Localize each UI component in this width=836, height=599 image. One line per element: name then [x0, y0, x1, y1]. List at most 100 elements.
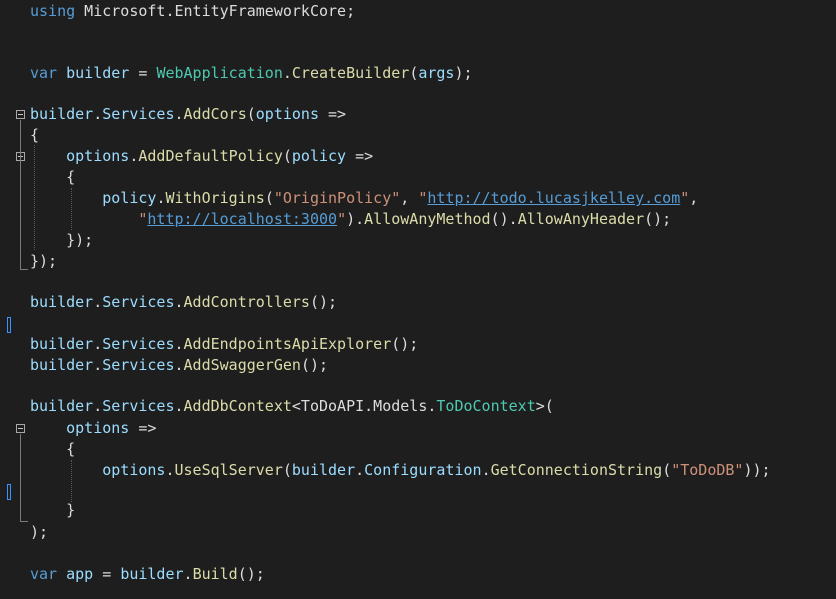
code-token: (	[282, 461, 292, 479]
code-token: "ToDoDB"	[671, 461, 744, 479]
code-line[interactable]: });	[30, 251, 57, 272]
code-line[interactable]: builder.Services.AddSwaggerGen();	[30, 355, 328, 376]
code-token: var	[30, 64, 58, 82]
code-token: =>	[129, 419, 157, 437]
outline-end-addcors	[20, 269, 28, 270]
code-line[interactable]: {	[30, 439, 75, 460]
code-token: builder	[120, 565, 184, 583]
code-token: }	[30, 501, 76, 519]
code-token: "	[337, 210, 347, 228]
code-line[interactable]: );	[30, 522, 48, 543]
code-token: .	[282, 64, 292, 82]
code-line[interactable]: "http://localhost:3000").AllowAnyMethod(…	[30, 209, 671, 230]
code-token: });	[30, 231, 94, 249]
code-token: ();	[391, 335, 419, 353]
code-token: .	[174, 335, 184, 353]
code-token: >(	[535, 397, 554, 415]
code-token: ,	[400, 189, 419, 207]
code-link[interactable]: http://todo.lucasjkelley.com	[427, 189, 680, 207]
code-token: ().	[490, 210, 518, 228]
code-token: {	[30, 440, 76, 458]
code-token: =	[129, 64, 157, 82]
code-token: =>	[319, 105, 347, 123]
code-token: options	[66, 147, 130, 165]
code-token: options	[102, 461, 166, 479]
code-token: .	[93, 397, 103, 415]
code-token: builder	[30, 105, 94, 123]
code-token: <ToDoAPI.Models.	[291, 397, 437, 415]
code-token: Services	[102, 397, 175, 415]
code-line[interactable]: builder.Services.AddEndpointsApiExplorer…	[30, 334, 418, 355]
code-token: ();	[300, 356, 329, 374]
code-token: ();	[237, 565, 265, 583]
code-token: .	[355, 461, 365, 479]
code-token: UseSqlServer	[174, 461, 283, 479]
code-line[interactable]: var app = builder.Build();	[30, 564, 265, 585]
code-token: var	[30, 565, 58, 583]
code-token: CreateBuilder	[291, 64, 410, 82]
code-token: Services	[102, 293, 175, 311]
code-line[interactable]: options =>	[30, 418, 156, 439]
code-token: Services	[102, 335, 175, 353]
code-token: ,	[689, 189, 699, 207]
code-token: =>	[346, 147, 374, 165]
code-token: WithOrigins	[165, 189, 265, 207]
code-token: policy	[102, 189, 157, 207]
code-line[interactable]: }	[30, 500, 75, 521]
code-token: "OriginPolicy"	[273, 189, 401, 207]
change-marker	[7, 484, 11, 500]
code-line[interactable]: {	[30, 167, 75, 188]
indent-guide	[71, 188, 72, 230]
code-token: .	[174, 293, 184, 311]
code-token: {	[30, 126, 40, 144]
code-token: .	[183, 565, 193, 583]
code-token: AddDefaultPolicy	[138, 147, 283, 165]
code-token: Configuration	[364, 461, 482, 479]
code-link[interactable]: http://localhost:3000	[147, 210, 337, 228]
code-line[interactable]: options.AddDefaultPolicy(policy =>	[30, 146, 373, 167]
code-token: using	[30, 2, 76, 20]
code-editor[interactable]: using Microsoft.EntityFrameworkCore; var …	[0, 0, 836, 599]
code-line[interactable]: using Microsoft.EntityFrameworkCore;	[30, 1, 355, 22]
code-line[interactable]: });	[30, 230, 93, 251]
code-token: =	[93, 565, 121, 583]
code-token: .	[165, 461, 175, 479]
code-token: ();	[309, 293, 338, 311]
code-line[interactable]: var builder = WebApplication.CreateBuild…	[30, 63, 473, 84]
outline-line-policy	[20, 162, 21, 249]
change-marker	[7, 317, 11, 333]
indent-guide	[34, 145, 35, 250]
code-token: app	[66, 565, 94, 583]
code-token: options	[66, 419, 130, 437]
code-line[interactable]: builder.Services.AddDbContext<ToDoAPI.Mo…	[30, 396, 554, 417]
code-token: Services	[102, 356, 175, 374]
code-token: (	[662, 461, 672, 479]
code-token: Services	[102, 105, 175, 123]
code-token: AllowAnyHeader	[517, 210, 645, 228]
code-line[interactable]: builder.Services.AddControllers();	[30, 292, 337, 313]
code-token: AllowAnyMethod	[364, 210, 491, 228]
code-token: (	[282, 147, 292, 165]
code-token: AddDbContext	[183, 397, 292, 415]
code-line[interactable]: policy.WithOrigins("OriginPolicy", "http…	[30, 188, 698, 209]
code-token: "	[680, 189, 690, 207]
code-line[interactable]: {	[30, 125, 39, 146]
collapse-options-lambda-icon[interactable]	[16, 424, 25, 433]
code-token: .	[93, 356, 103, 374]
code-token: builder	[30, 356, 94, 374]
code-token: (	[409, 64, 419, 82]
code-line[interactable]: builder.Services.AddCors(options =>	[30, 104, 346, 125]
code-token: .	[174, 105, 184, 123]
code-token: args	[418, 64, 455, 82]
code-token: builder	[291, 461, 356, 479]
code-token: AddCors	[183, 105, 247, 123]
code-line[interactable]: options.UseSqlServer(builder.Configurati…	[30, 460, 770, 481]
code-token: ).	[346, 210, 365, 228]
collapse-addcors-icon[interactable]	[16, 110, 25, 119]
code-token: Microsoft.EntityFrameworkCore;	[75, 2, 356, 20]
code-token: AddControllers	[183, 293, 310, 311]
